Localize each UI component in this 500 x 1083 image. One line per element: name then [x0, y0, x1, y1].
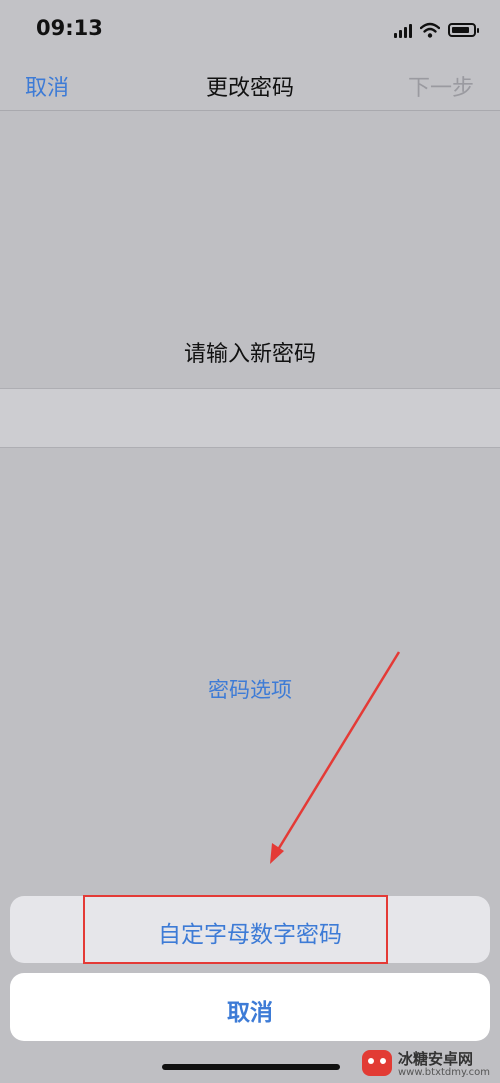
- watermark-logo-icon: [362, 1050, 392, 1076]
- watermark: 冰糖安卓网 www.btxtdmy.com: [360, 1046, 498, 1082]
- watermark-url: www.btxtdmy.com: [398, 1067, 491, 1078]
- watermark-title: 冰糖安卓网: [398, 1050, 474, 1068]
- home-indicator: [162, 1064, 340, 1070]
- annotation-arrow-icon: [270, 651, 401, 864]
